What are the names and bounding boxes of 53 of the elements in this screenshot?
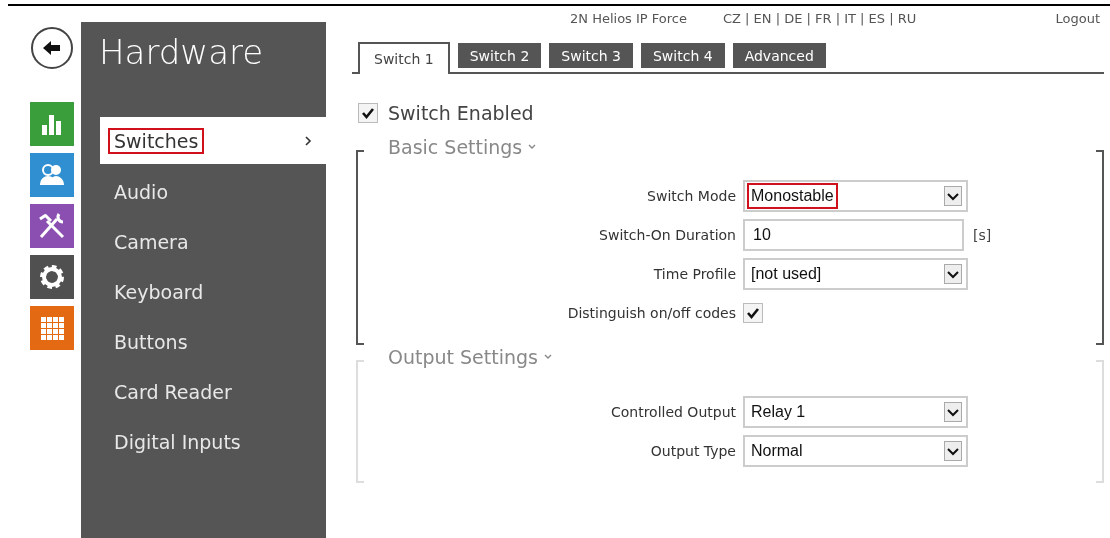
section-header[interactable]: Basic Settings: [388, 136, 537, 158]
tab[interactable]: Switch 3: [549, 43, 633, 68]
dropdown[interactable]: Monostable: [743, 180, 968, 212]
sidebar-item[interactable]: Switches: [100, 117, 326, 164]
sidebar-item[interactable]: Camera: [100, 217, 326, 267]
item-label: Switches: [108, 127, 205, 154]
nav-tile[interactable]: [30, 204, 74, 248]
checkmark-icon: [361, 106, 375, 120]
checkbox-label: Switch Enabled: [388, 102, 534, 124]
back-icon[interactable]: [30, 26, 74, 70]
item-label: Buttons: [113, 330, 189, 355]
tab[interactable]: Switch 4: [640, 43, 725, 68]
field-label: Time Profile: [652, 266, 736, 282]
dropdown[interactable]: Relay 1: [743, 396, 968, 428]
item-label: Keyboard: [113, 280, 205, 305]
tools-icon: [37, 211, 67, 241]
dropdown[interactable]: Normal: [743, 435, 968, 467]
section-header[interactable]: Output Settings: [388, 346, 552, 368]
checkbox[interactable]: [743, 303, 763, 323]
sidebar-item[interactable]: Buttons: [100, 317, 326, 367]
language-links[interactable]: CZ | EN | DE | FR | IT | ES | RU: [722, 9, 917, 29]
nav-tile[interactable]: [30, 102, 74, 146]
item-label: Audio: [113, 180, 169, 205]
input-field[interactable]: 10: [743, 219, 964, 251]
field-label: Output Type: [649, 443, 736, 459]
item-label: Digital Inputs: [113, 430, 242, 455]
chevron-down-icon: [543, 354, 552, 360]
tab[interactable]: Switch 2: [457, 43, 542, 68]
item-label: Card Reader: [113, 380, 233, 405]
checkbox[interactable]: [358, 103, 378, 123]
nav-tile[interactable]: [30, 255, 74, 299]
device-name: 2N Helios IP Force: [570, 10, 687, 28]
field-label: Controlled Output: [609, 404, 736, 420]
checkmark-icon: [746, 306, 760, 320]
nav-tile[interactable]: [30, 306, 74, 350]
chevron-down-icon: [528, 144, 537, 150]
sidebar-item[interactable]: Audio: [100, 167, 326, 217]
tab[interactable]: Switch 1: [358, 42, 450, 74]
sidebar-item[interactable]: Digital Inputs: [100, 417, 326, 467]
nav-tile[interactable]: [30, 153, 74, 197]
field-label: Switch-On Duration: [598, 227, 736, 243]
dropdown[interactable]: [not used]: [743, 258, 968, 290]
unit-label: [s]: [973, 227, 992, 243]
field-label: Distinguish on/off codes: [566, 305, 736, 321]
sidebar-item[interactable]: Card Reader: [100, 367, 326, 417]
tab[interactable]: Advanced: [732, 43, 826, 68]
field-label: Switch Mode: [646, 188, 736, 204]
gear-icon: [37, 262, 67, 292]
item-label: Camera: [113, 230, 190, 255]
sidebar-title: Hardware: [98, 31, 265, 74]
sidebar-item[interactable]: Keyboard: [100, 267, 326, 317]
logout-link[interactable]: Logout: [1055, 9, 1100, 29]
chevron-right-icon: [304, 134, 312, 147]
